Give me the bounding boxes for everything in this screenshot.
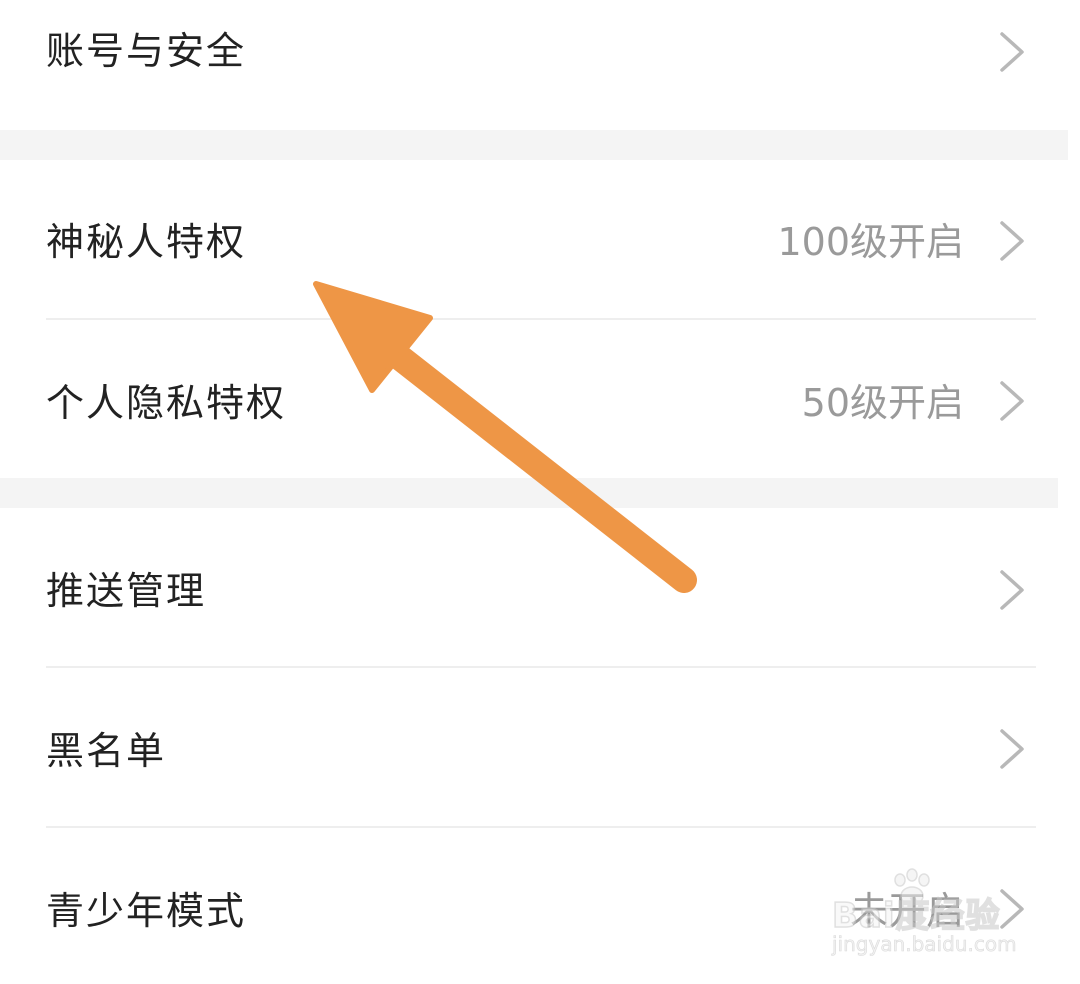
settings-item-label: 推送管理 [46, 569, 207, 613]
chevron-right-icon [1000, 32, 1024, 72]
chevron-right-icon [1000, 221, 1024, 261]
settings-item-push-management[interactable]: 推送管理 [0, 508, 1080, 668]
chevron-right-icon [1000, 729, 1024, 769]
settings-item-label: 青少年模式 [46, 889, 247, 933]
section-gap [0, 478, 1058, 508]
watermark: Bai度经验 jingyan.baidu.com [831, 868, 1032, 964]
settings-item-privacy-privilege[interactable]: 个人隐私特权 50级开启 [0, 320, 1080, 478]
settings-item-label: 账号与安全 [46, 29, 247, 73]
settings-item-mystery-privilege[interactable]: 神秘人特权 100级开启 [0, 160, 1080, 320]
settings-item-label: 个人隐私特权 [46, 381, 287, 425]
settings-item-label: 黑名单 [46, 729, 167, 773]
watermark-brand: Bai度经验 [831, 895, 1001, 937]
settings-item-value: 100级开启 [777, 220, 964, 264]
settings-item-blacklist[interactable]: 黑名单 [0, 668, 1080, 826]
settings-item-label: 神秘人特权 [46, 220, 247, 264]
settings-item-value: 50级开启 [801, 381, 964, 425]
settings-item-account-security[interactable]: 账号与安全 [0, 0, 1080, 130]
watermark-url: jingyan.baidu.com [832, 932, 1017, 957]
chevron-right-icon [1000, 570, 1024, 610]
chevron-right-icon [1000, 381, 1024, 421]
settings-page: 账号与安全 神秘人特权 100级开启 个人隐私特权 50级开启 推送管理 黑名单 [0, 0, 1080, 984]
section-gap [0, 130, 1068, 160]
